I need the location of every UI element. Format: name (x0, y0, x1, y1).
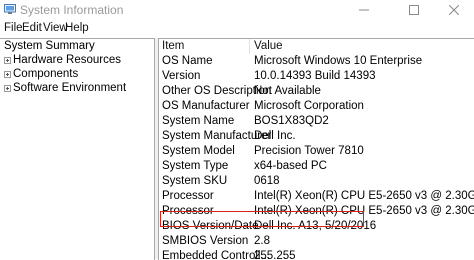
row-value: 10.0.14393 Build 14393 (254, 70, 376, 82)
table-row[interactable]: OS Manufacturer Microsoft Corporation (159, 99, 474, 114)
expand-icon[interactable] (4, 84, 11, 92)
row-value: x64-based PC (254, 160, 327, 172)
menu-help[interactable]: Help (65, 22, 89, 34)
table-row[interactable]: System SKU 0618 (159, 174, 474, 189)
close-icon (449, 5, 459, 15)
row-value: Intel(R) Xeon(R) CPU E5-2650 v3 @ 2.30GH… (254, 190, 474, 202)
row-value: Microsoft Windows 10 Enterprise (254, 55, 423, 67)
menu-view[interactable]: View (43, 22, 68, 34)
tree-item-label: Components (13, 68, 79, 80)
window-title: System Information (20, 3, 124, 17)
row-item: System Model (162, 145, 235, 157)
row-value: Dell Inc. (254, 130, 296, 142)
table-row[interactable]: System Name BOS1X83QD2 (159, 114, 474, 129)
row-value: Microsoft Corporation (254, 100, 364, 112)
row-value: 0618 (254, 175, 280, 187)
row-item: Processor (162, 190, 214, 202)
system-information-app-icon (4, 4, 16, 14)
table-row[interactable]: System Model Precision Tower 7810 (159, 144, 474, 159)
row-item: OS Manufacturer (162, 100, 250, 112)
menu-file[interactable]: File (4, 22, 23, 34)
table-row[interactable]: OS Name Microsoft Windows 10 Enterprise (159, 54, 474, 69)
menu-bar: File Edit View Help (0, 20, 474, 36)
row-item: OS Name (162, 55, 213, 67)
table-row[interactable]: System Manufacturer Dell Inc. (159, 129, 474, 144)
table-row[interactable]: Version 10.0.14393 Build 14393 (159, 69, 474, 84)
minimize-button[interactable] (342, 0, 386, 20)
maximize-icon (409, 5, 419, 15)
tree-item-hardware-resources[interactable]: Hardware Resources (4, 54, 121, 66)
table-row[interactable]: Other OS Description Not Available (159, 84, 474, 99)
system-information-window: System Information File Edit View Help S… (0, 0, 474, 260)
row-value: 2.8 (254, 235, 270, 247)
row-item: System Type (162, 160, 229, 172)
tree-item-label: Software Environment (13, 82, 127, 94)
table-row[interactable]: System Type x64-based PC (159, 159, 474, 174)
table-header: Item Value (159, 39, 474, 54)
expand-icon[interactable] (4, 56, 11, 64)
row-value: Not Available (254, 85, 321, 97)
table-row[interactable]: Processor Intel(R) Xeon(R) CPU E5-2650 v3… (159, 189, 474, 204)
minimize-icon (359, 9, 369, 11)
row-item: SMBIOS Version (162, 235, 249, 247)
row-value: BOS1X83QD2 (254, 115, 329, 127)
bios-highlight-box (160, 211, 364, 227)
table-row[interactable]: SMBIOS Version 2.8 (159, 234, 474, 249)
tree-item-system-summary[interactable]: System Summary (4, 40, 95, 52)
column-divider[interactable] (249, 39, 250, 54)
row-item: System SKU (162, 175, 228, 187)
column-header-item[interactable]: Item (162, 40, 184, 52)
tree-item-software-environment[interactable]: Software Environment (4, 82, 126, 94)
table-row[interactable]: Embedded Controll... 255.255 (159, 249, 474, 260)
row-value: Precision Tower 7810 (254, 145, 364, 157)
title-bar: System Information (0, 0, 474, 20)
category-tree: System Summary Hardware Resources Compon… (0, 38, 155, 260)
close-button[interactable] (432, 0, 474, 20)
row-item: Version (162, 70, 201, 82)
row-item: System Name (162, 115, 235, 127)
maximize-button[interactable] (392, 0, 436, 20)
tree-item-components[interactable]: Components (4, 68, 78, 80)
tree-item-label: Hardware Resources (13, 54, 122, 66)
menu-edit[interactable]: Edit (22, 22, 42, 34)
expand-icon[interactable] (4, 70, 11, 78)
column-header-value[interactable]: Value (254, 40, 283, 52)
